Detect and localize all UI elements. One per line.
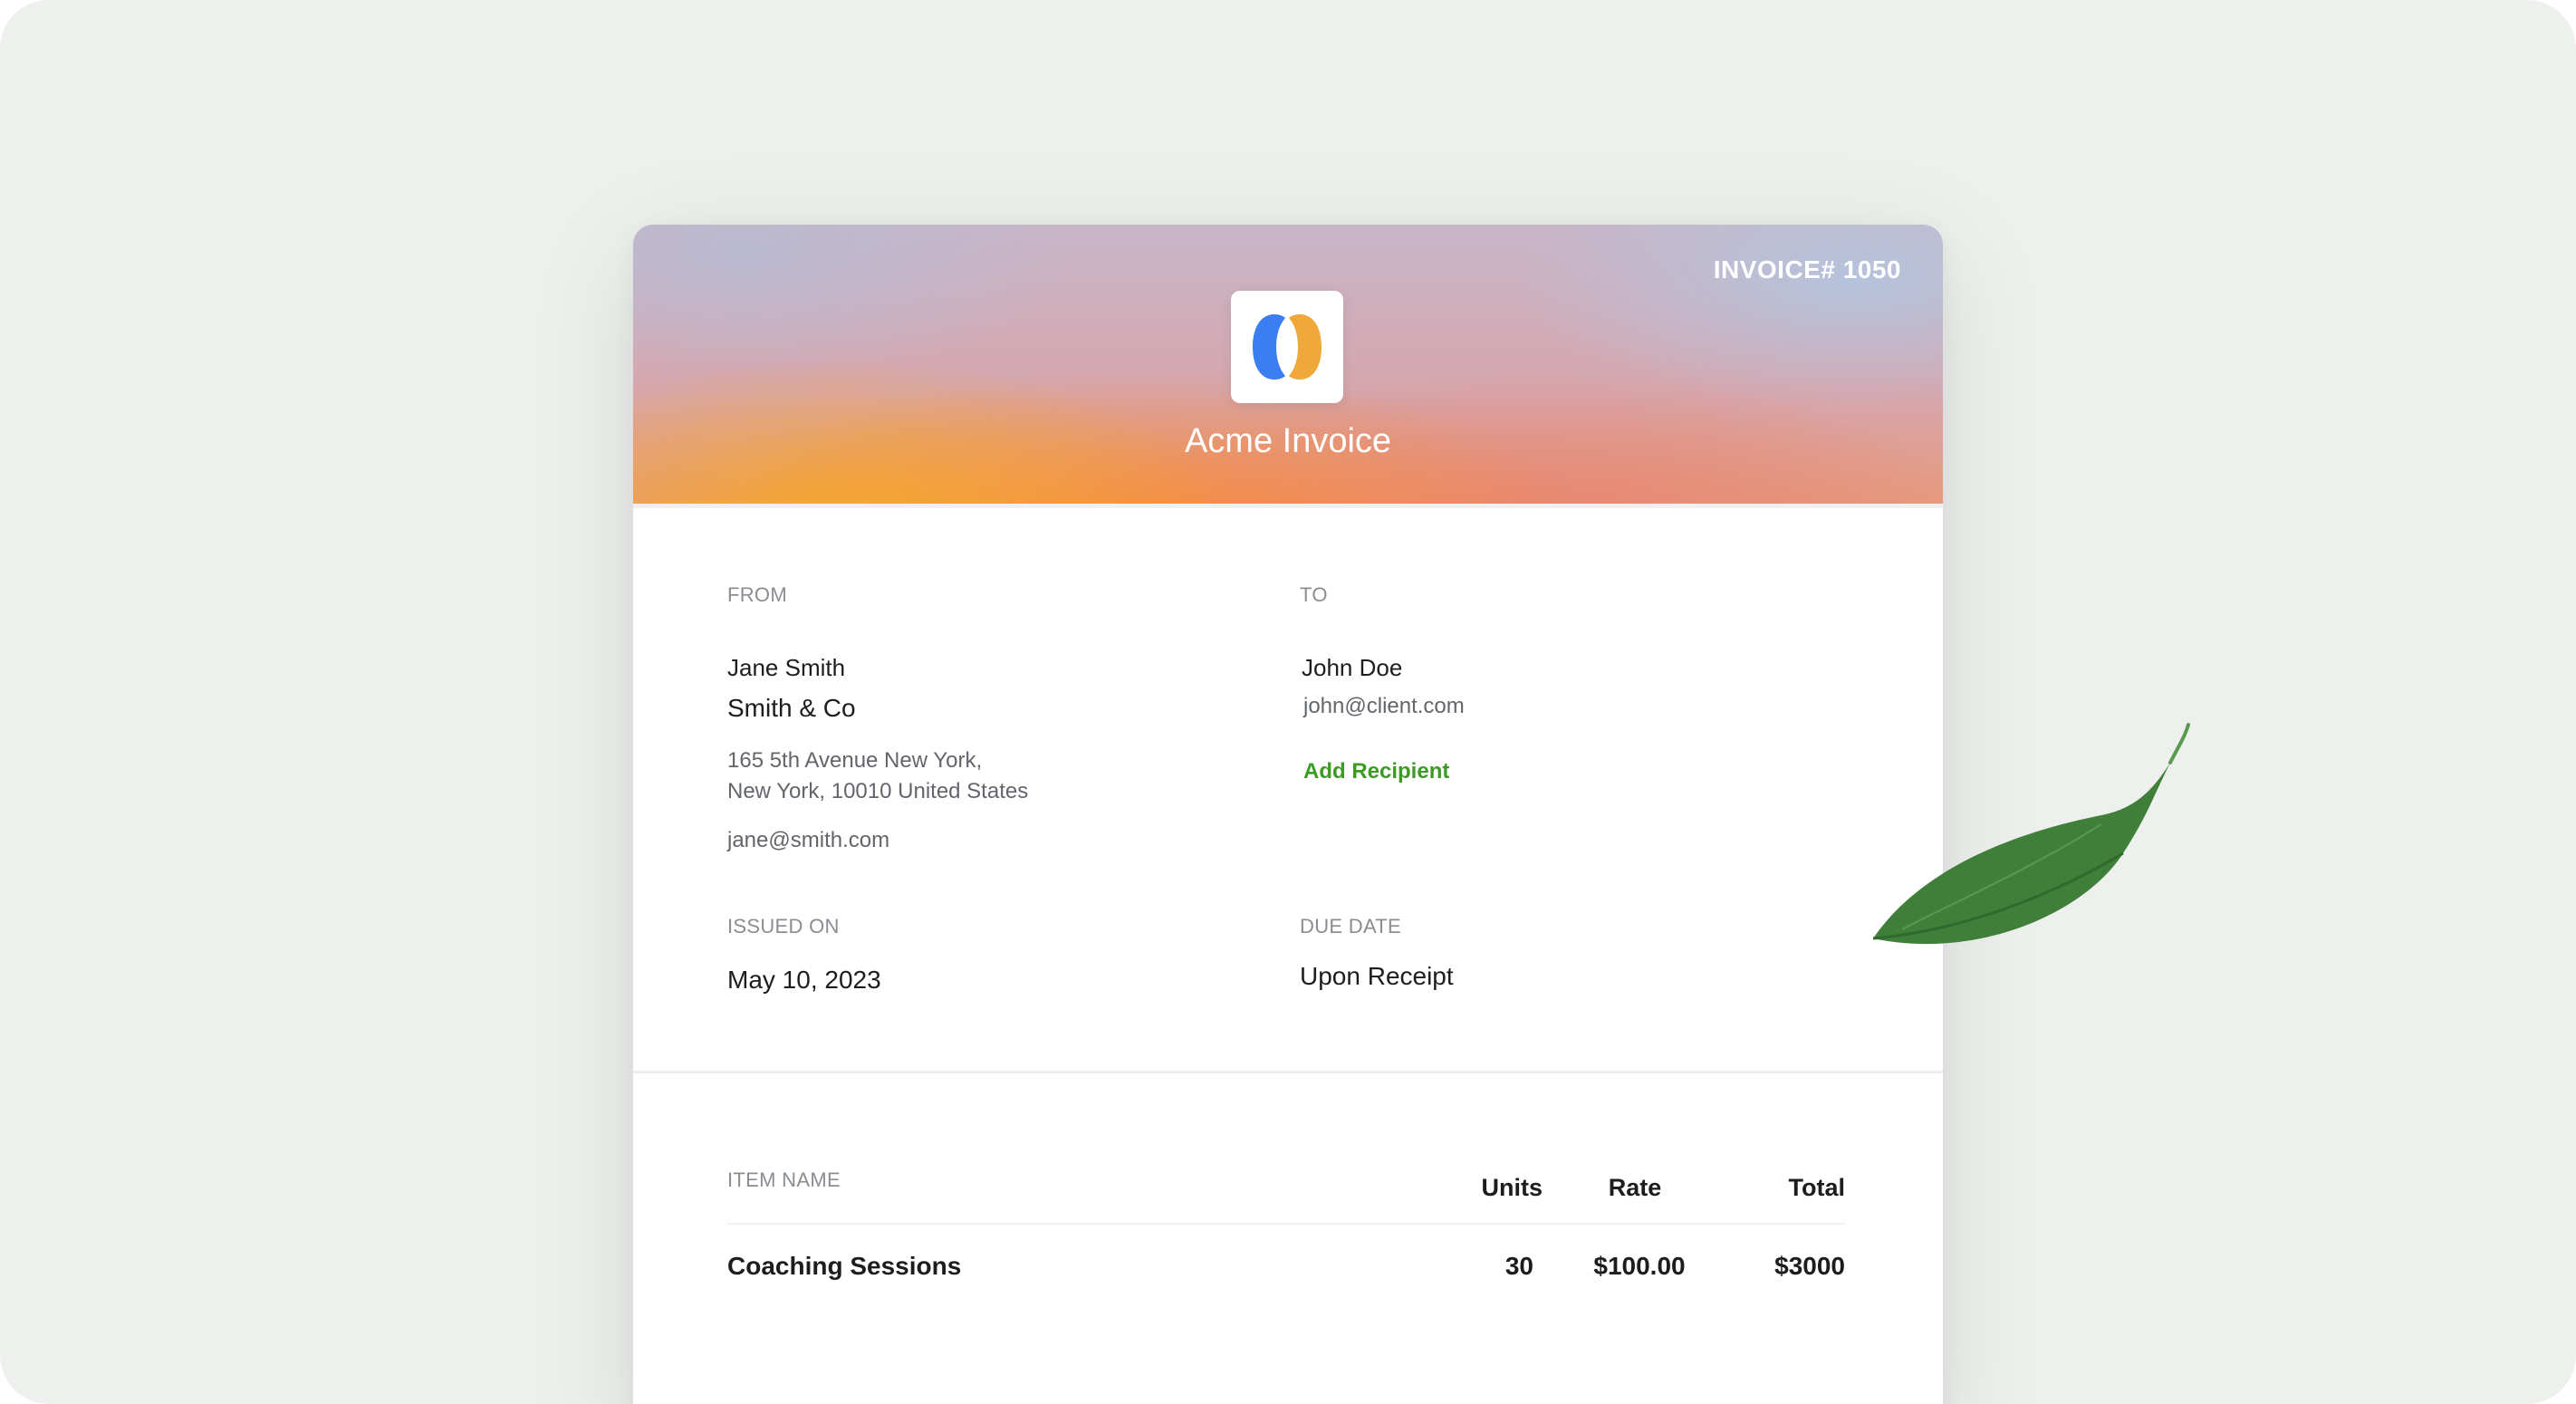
units-header: Units bbox=[1481, 1174, 1543, 1201]
add-recipient-link[interactable]: Add Recipient bbox=[1303, 759, 1449, 784]
brand-logo bbox=[1231, 291, 1343, 403]
from-email: jane@smith.com bbox=[727, 828, 890, 852]
item-name-header: ITEM NAME bbox=[727, 1168, 841, 1191]
rate-header: Rate bbox=[1608, 1174, 1662, 1201]
total-cell: $3000 bbox=[1774, 1252, 1845, 1280]
from-address-line2: New York, 10010 United States bbox=[727, 779, 1029, 803]
issued-on-value: May 10, 2023 bbox=[727, 966, 881, 994]
due-date-value: Upon Receipt bbox=[1300, 962, 1454, 990]
from-label: FROM bbox=[727, 583, 787, 606]
leaf-icon bbox=[1872, 723, 2190, 945]
brand-title: Acme Invoice bbox=[1184, 422, 1392, 460]
section-divider bbox=[633, 1071, 1943, 1073]
from-address-line1: 165 5th Avenue New York, bbox=[727, 748, 983, 773]
invoice-number: INVOICE# 1050 bbox=[1713, 255, 1901, 284]
to-email: john@client.com bbox=[1303, 694, 1465, 718]
to-name: John Doe bbox=[1302, 654, 1403, 681]
table-header-divider bbox=[727, 1223, 1845, 1225]
due-date-label: DUE DATE bbox=[1300, 915, 1402, 938]
invoice-header: INVOICE# 1050 Acme Invoice bbox=[633, 225, 1943, 504]
header-divider bbox=[633, 504, 1943, 508]
item-name-cell: Coaching Sessions bbox=[727, 1252, 962, 1280]
from-name: Jane Smith bbox=[727, 654, 846, 681]
units-cell: 30 bbox=[1504, 1252, 1533, 1280]
total-header: Total bbox=[1788, 1174, 1846, 1201]
invoice-card: INVOICE# 1050 Acme Invoice FROM Jane Smi… bbox=[633, 225, 1943, 1404]
acme-logo-icon bbox=[1253, 314, 1322, 380]
app-background: INVOICE# 1050 Acme Invoice FROM Jane Smi… bbox=[0, 0, 2576, 1404]
from-company: Smith & Co bbox=[727, 694, 856, 722]
issued-on-label: ISSUED ON bbox=[727, 915, 840, 938]
to-label: TO bbox=[1300, 583, 1328, 606]
